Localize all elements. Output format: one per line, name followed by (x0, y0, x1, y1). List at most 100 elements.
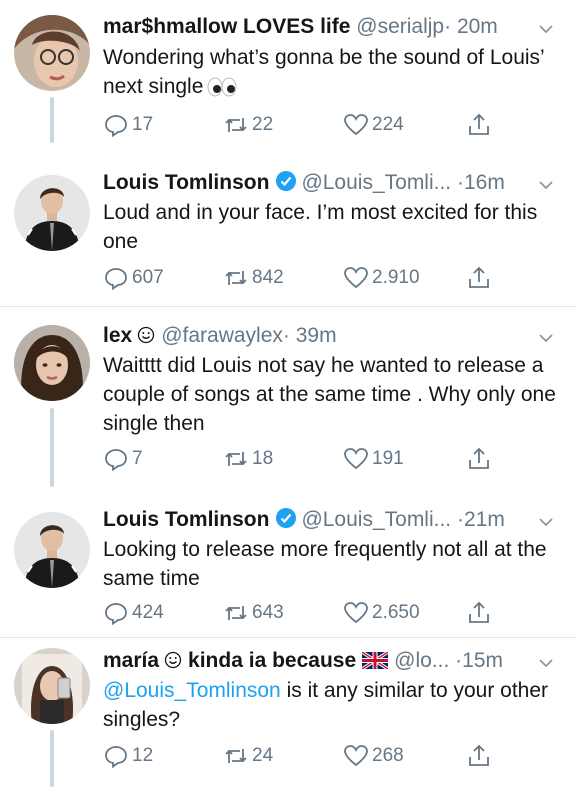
retweet-button[interactable]: 643 (223, 598, 284, 628)
like-count: 224 (372, 114, 404, 135)
like-button[interactable]: 2.910 (343, 263, 420, 293)
display-name[interactable]: Louis Tomlinson (103, 508, 269, 531)
like-button[interactable]: 268 (343, 741, 404, 771)
tweet-2[interactable]: Louis Tomlinson @Louis_Tomli... ·16m Loud… (0, 150, 577, 305)
reply-button[interactable]: 7 (103, 444, 143, 474)
timestamp[interactable]: 15m (462, 649, 503, 672)
timestamp[interactable]: 20m (457, 15, 498, 38)
avatar[interactable] (14, 512, 90, 588)
retweet-count: 643 (252, 602, 284, 623)
tweet-actions: 424 643 2.650 (103, 598, 557, 628)
like-count: 2.650 (372, 602, 420, 623)
mention-link[interactable]: @Louis_Tomlinson (103, 679, 281, 702)
reply-icon (105, 603, 127, 626)
tweet-actions: 607 842 2.910 (103, 263, 557, 293)
chevron-down-icon[interactable] (537, 176, 555, 194)
share-button[interactable] (466, 741, 492, 771)
tweet-header: lex @farawaylex· 39m (103, 321, 531, 353)
retweet-button[interactable]: 24 (223, 741, 273, 771)
heart-icon (344, 448, 368, 470)
handle[interactable]: @farawaylex (161, 324, 283, 347)
tweet-text: Looking to release more frequently not a… (103, 538, 547, 590)
like-button[interactable]: 224 (343, 110, 404, 140)
thread-line (50, 97, 54, 143)
reply-count: 12 (132, 745, 154, 766)
share-button[interactable] (466, 444, 492, 474)
tweet-4[interactable]: Louis Tomlinson @Louis_Tomli... ·21m Look… (0, 487, 577, 637)
share-button[interactable] (466, 263, 492, 293)
smiley-emoji-icon (164, 651, 182, 669)
tweet-actions: 12 24 268 (103, 741, 557, 771)
heart-icon (344, 267, 368, 289)
uk-flag-icon (362, 652, 389, 669)
tweet-text: Waitttt did Louis not say he wanted to r… (103, 354, 556, 435)
tweet-5[interactable]: maría kinda ia because @lo... ·15m @Louis_… (0, 638, 577, 787)
reply-icon (105, 746, 127, 769)
retweet-count: 842 (252, 267, 284, 288)
reply-button[interactable]: 12 (103, 741, 153, 771)
retweet-count: 18 (252, 448, 274, 469)
tweet-1[interactable]: mar$hmallow LOVES life @serialjp· 20m Wo… (0, 0, 577, 150)
retweet-button[interactable]: 842 (223, 263, 284, 293)
tweet-text: Loud and in your face. I’m most excited … (103, 201, 538, 253)
thread-line (50, 408, 54, 487)
display-name[interactable]: mar$hmallow LOVES life (103, 15, 350, 38)
heart-icon (344, 602, 368, 624)
retweet-icon (225, 749, 247, 763)
retweet-button[interactable]: 22 (223, 110, 273, 140)
tweet-text: Wondering what’s gonna be the sound of L… (103, 46, 544, 98)
separator: · (444, 15, 452, 38)
like-count: 191 (372, 448, 404, 469)
reply-button[interactable]: 607 (103, 263, 164, 293)
reply-icon (105, 268, 127, 291)
share-icon (469, 447, 489, 469)
chevron-down-icon[interactable] (537, 20, 555, 38)
retweet-icon (225, 606, 247, 620)
reply-button[interactable]: 424 (103, 598, 164, 628)
avatar-man-black-jacket-icon (14, 512, 90, 588)
thread-line (50, 730, 54, 787)
tweet-header: maría kinda ia because @lo... ·15m (103, 646, 531, 678)
display-name[interactable]: Louis Tomlinson (103, 171, 269, 194)
avatar[interactable] (14, 325, 90, 401)
reply-icon (105, 115, 127, 138)
share-icon (469, 744, 489, 766)
chevron-down-icon[interactable] (537, 513, 555, 531)
like-button[interactable]: 2.650 (343, 598, 420, 628)
reply-count: 17 (132, 114, 154, 135)
tweet-3[interactable]: lex @farawaylex· 39m Waitttt did Louis no… (0, 307, 577, 487)
reply-count: 424 (132, 602, 164, 623)
handle[interactable]: @Louis_Tomli... (301, 171, 451, 194)
retweet-count: 22 (252, 114, 274, 135)
handle[interactable]: @Louis_Tomli... (301, 508, 451, 531)
avatar[interactable] (14, 648, 90, 724)
avatar[interactable] (14, 175, 90, 251)
handle[interactable]: @lo... (394, 649, 449, 672)
separator: · (282, 324, 290, 347)
timestamp[interactable]: 39m (296, 324, 337, 347)
reply-count: 7 (132, 448, 143, 469)
heart-icon (344, 745, 368, 767)
reply-button[interactable]: 17 (103, 110, 153, 140)
retweet-icon (225, 118, 247, 132)
share-button[interactable] (466, 110, 492, 140)
display-name-suffix: kinda ia because (188, 649, 357, 672)
avatar-girl-dark-hair-icon (14, 325, 90, 401)
verified-badge-icon (276, 171, 297, 191)
chevron-down-icon[interactable] (537, 329, 555, 347)
tweet-actions: 7 18 191 (103, 444, 557, 474)
display-name[interactable]: maría (103, 649, 159, 672)
share-icon (469, 266, 489, 288)
retweet-button[interactable]: 18 (223, 444, 273, 474)
like-button[interactable]: 191 (343, 444, 404, 474)
handle[interactable]: @serialjp (356, 15, 444, 38)
share-icon (469, 601, 489, 623)
avatar-girl-glasses-icon (14, 15, 90, 91)
chevron-down-icon[interactable] (537, 654, 555, 672)
share-button[interactable] (466, 598, 492, 628)
timestamp[interactable]: 21m (464, 508, 505, 531)
avatar[interactable] (14, 15, 90, 91)
timestamp[interactable]: 16m (464, 171, 505, 194)
display-name[interactable]: lex (103, 324, 132, 347)
separator: · (457, 508, 464, 531)
